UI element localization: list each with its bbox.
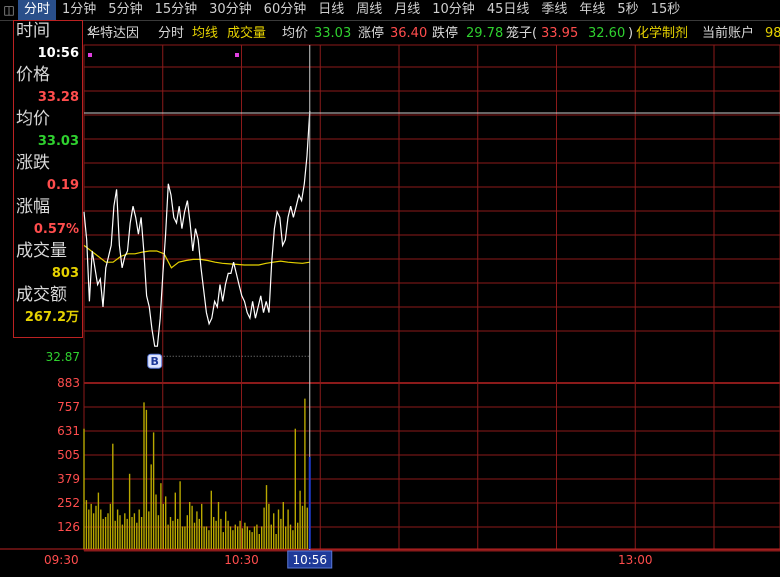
tab-4[interactable]: 30分钟 [203,0,258,20]
cage-close: ) [628,26,633,41]
time-tick-label: 09:30 [44,553,79,567]
avg-price-line [83,244,310,269]
time-value: 10:56 [37,46,79,61]
account-label: 当前账户 [702,25,754,41]
tab-7[interactable]: 周线 [350,0,388,20]
volume-tick-label: 252 [57,496,80,510]
price-value: 33.28 [37,90,79,105]
event-dot [88,53,92,57]
plot-frame [83,44,780,551]
tab-14[interactable]: 15秒 [645,0,687,20]
volume-tick-label: 883 [57,376,80,390]
volume-label: 成交量 [16,241,67,261]
time-tick-label: 10:30 [224,553,259,567]
price-line [83,110,311,347]
close-icon[interactable]: × [86,25,96,39]
mode-label: 分时 [158,26,184,41]
account-value: 98 [765,26,780,41]
time-tick-label: 13:00 [618,553,653,567]
volume-tick-label: 757 [57,400,80,414]
intraday-chart[interactable]: 华特达因 分时 均线 成交量 均价 33.03 涨停 36.40 跌停 29.7… [0,20,780,577]
crosshair-info-panel: × 时间 10:56 价格 33.28 均价 33.03 涨跌 0.19 涨幅 … [13,20,96,338]
tab-13[interactable]: 5秒 [611,0,644,20]
price-label: 价格 [16,65,50,85]
tab-3[interactable]: 15分钟 [149,0,204,20]
amount-value: 267.2万 [24,310,79,325]
volume-value: 803 [51,266,79,281]
avg-label: 均价 [16,109,50,129]
change-value: 0.19 [46,178,79,193]
volume-tick-label: 505 [57,448,80,462]
sector-label: 化学制剂 [636,25,688,41]
tab-9[interactable]: 10分钟 [426,0,481,20]
volume-tick-label: 631 [57,424,80,438]
time-tick-label: 10:56 [292,553,327,567]
tab-12[interactable]: 年线 [573,0,611,20]
tab-5[interactable]: 60分钟 [258,0,313,20]
cage-high: 32.60 [588,26,625,41]
tab-6[interactable]: 日线 [312,0,350,20]
vol-label: 成交量 [227,25,266,41]
pct-value: 0.57% [33,222,79,237]
volume-tick-label: 379 [57,472,80,486]
avg-price-label: 均价 [282,26,308,41]
avg-price-value: 33.03 [314,26,351,41]
tab-10[interactable]: 45日线 [481,0,536,20]
amount-label: 成交额 [16,285,67,305]
event-dot [235,53,239,57]
tab-1[interactable]: 1分钟 [56,0,102,20]
cage-low: 33.95 [541,26,578,41]
limit-up-value: 36.40 [390,26,427,41]
limit-up-label: 涨停 [358,25,384,41]
limit-down-label: 跌停 [432,25,458,41]
buy-marker-label: B [151,355,159,368]
price-tick-label: 32.87 [46,350,80,364]
change-label: 涨跌 [16,153,50,173]
tab-11[interactable]: 季线 [535,0,573,20]
time-label: 时间 [16,21,50,41]
avg-value: 33.03 [37,134,79,149]
pct-label: 涨幅 [16,197,50,217]
tab-8[interactable]: 月线 [388,0,426,20]
avg-line-label: 均线 [192,26,218,41]
cage-label: 笼子( [506,25,537,41]
limit-down-value: 29.78 [466,26,503,41]
menu-icon[interactable]: ◫ [0,3,18,17]
tab-0[interactable]: 分时 [18,0,57,20]
volume-tick-label: 126 [57,520,80,534]
tab-2[interactable]: 5分钟 [102,0,148,20]
period-tab-bar: ◫ 分时 1分钟 5分钟 15分钟 30分钟 60分钟 日线 周线 月线 10分… [0,0,780,21]
